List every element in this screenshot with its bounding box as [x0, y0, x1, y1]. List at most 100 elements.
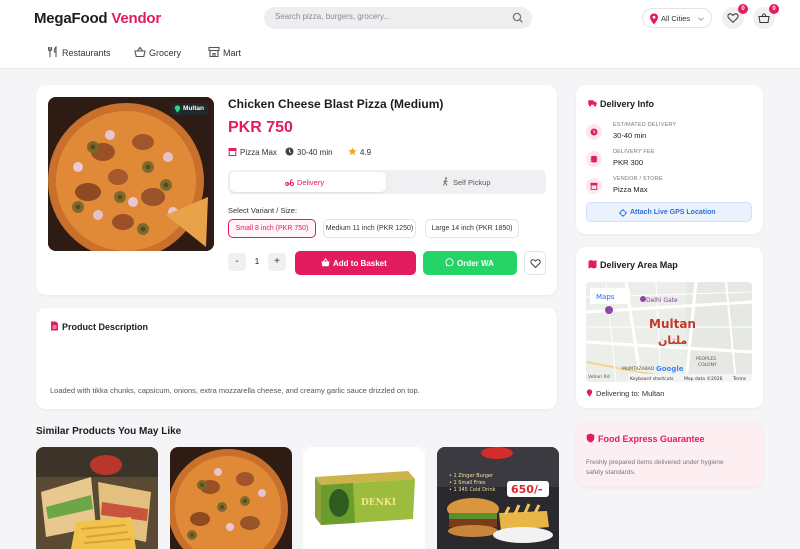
top-header: MegaFood Vendor Search pizza, burgers, g… [0, 0, 800, 38]
similar-product-card[interactable]: DENKI [303, 447, 425, 549]
delivery-info-title: Delivery Info [600, 99, 655, 109]
similar-product-card[interactable] [36, 447, 158, 549]
quantity-value: 1 [254, 257, 260, 266]
cart-count-badge: 0 [769, 4, 779, 14]
map-city-ur: ملتان [658, 334, 687, 347]
map-title: Delivery Area Map [600, 260, 678, 270]
map-canvas: Maps Delhi Gate Multan ملتان PEOPLES COL… [586, 282, 752, 382]
whatsapp-icon [445, 258, 454, 267]
walking-icon [443, 177, 448, 186]
map-area: COLONY [698, 362, 717, 368]
vendor-store-row: VENDOR / STORE Pizza Max [586, 176, 746, 200]
nav-grocery[interactable]: Grocery [134, 46, 189, 60]
attach-gps-button[interactable]: Attach Live GPS Location [586, 202, 752, 222]
delivery-info-heading: Delivery Info [588, 98, 698, 110]
promo-price: 650/- [511, 483, 543, 496]
map-poi: Delhi Gate [646, 297, 678, 304]
add-to-wishlist-button[interactable] [524, 251, 546, 275]
variant-small[interactable]: Small 8 inch (PKR 750) [228, 219, 316, 238]
nav-label: Grocery [149, 48, 182, 58]
location-pin-icon [586, 389, 593, 397]
basket-icon [321, 258, 330, 267]
promo-line: • 1 345 Cold Drink [449, 487, 496, 493]
variant-medium[interactable]: Medium 11 inch (PKR 1250) [323, 219, 416, 238]
delivery-map-card: Delivery Area Map Maps Delhi Gate Multan… [576, 247, 763, 408]
quantity-stepper: - 1 + [228, 251, 286, 275]
description-title: Product Description [62, 322, 149, 332]
map-shortcuts-link: Keyboard shortcuts [630, 376, 674, 382]
description-heading: Product Description [50, 321, 180, 333]
box-brand-text: DENKI [361, 498, 396, 508]
guarantee-card: Food Express Guarantee Freshly prepared … [576, 421, 763, 487]
heart-icon [530, 259, 541, 269]
vendor-meta[interactable]: Pizza Max [228, 147, 283, 159]
add-to-basket-label: Add to Basket [333, 259, 387, 268]
nav-label: Mart [223, 48, 241, 58]
location-pin-icon [174, 105, 181, 113]
info-key: DELIVERY FEE [613, 149, 655, 155]
map-icon [588, 260, 597, 269]
increase-quantity-button[interactable]: + [268, 253, 286, 271]
nav-mart[interactable]: Mart [208, 46, 253, 60]
brand-logo[interactable]: MegaFood Vendor [34, 10, 161, 27]
scooter-icon [285, 179, 294, 186]
search-bar[interactable]: Search pizza, burgers, grocery... [264, 7, 532, 29]
tab-delivery-label[interactable]: Delivery [285, 177, 345, 187]
star-icon [348, 147, 357, 156]
attach-gps-label: Attach Live GPS Location [630, 209, 716, 216]
map-heading: Delivery Area Map [588, 259, 708, 271]
search-input[interactable]: Search pizza, burgers, grocery... [275, 12, 390, 21]
map-terms-link: Terms [732, 376, 747, 382]
nav-restaurants[interactable]: Restaurants [47, 46, 117, 60]
store-icon [590, 182, 598, 190]
product-image[interactable]: Multan [48, 97, 214, 251]
rating-value: 4.9 [360, 148, 372, 157]
similar-product-card[interactable]: • 1 Zinger Burger • 1 Small Fries • 1 34… [437, 447, 559, 549]
document-icon [51, 321, 58, 331]
similar-products-heading: Similar Products You May Like [36, 426, 182, 437]
nav-label: Restaurants [62, 48, 111, 58]
city-tag: Multan [171, 103, 208, 115]
tab-self-pickup[interactable]: Self Pickup [441, 177, 511, 187]
search-icon[interactable] [511, 11, 525, 25]
order-whatsapp-button[interactable]: Order WA [423, 251, 517, 275]
coins-icon-wrap [586, 151, 602, 167]
time-meta: 30-40 min [285, 147, 345, 159]
info-key: ESTIMATED DELIVERY [613, 122, 677, 128]
map-data-credit: Map data ©2026 [684, 375, 723, 382]
brand-accent: Vendor [111, 10, 162, 27]
add-to-basket-button[interactable]: Add to Basket [295, 251, 416, 275]
delivery-info-card: Delivery Info ESTIMATED DELIVERY 30-40 m… [576, 85, 763, 234]
category-nav: Restaurants Grocery Mart [0, 38, 800, 69]
map-road: Vehari Rd [588, 374, 610, 380]
tab-delivery-text: Delivery [297, 178, 325, 187]
chevron-down-icon [698, 17, 704, 21]
city-selector[interactable]: All Cities [642, 8, 712, 28]
variant-large[interactable]: Large 14 inch (PKR 1850) [425, 219, 519, 238]
info-key: VENDOR / STORE [613, 176, 663, 182]
description-text: Loaded with tikka chunks, capsicum, onio… [50, 386, 420, 395]
crosshair-icon [619, 209, 627, 217]
similar-product-card[interactable] [170, 447, 292, 549]
heart-icon [727, 13, 739, 23]
basket-icon [134, 46, 146, 58]
product-title: Chicken Cheese Blast Pizza (Medium) [228, 97, 444, 111]
guarantee-title: Food Express Guarantee [598, 434, 705, 444]
coins-icon [590, 155, 598, 163]
decrease-quantity-button[interactable]: - [228, 253, 246, 271]
order-whatsapp-label: Order WA [457, 259, 494, 268]
delivery-area-map[interactable]: Maps Delhi Gate Multan ملتان PEOPLES COL… [586, 282, 752, 382]
store-icon-wrap [586, 178, 602, 194]
cutlery-icon [47, 46, 57, 57]
fulfillment-toggle: Delivery Self Pickup [228, 170, 546, 194]
cart-button[interactable]: 0 [753, 4, 779, 29]
estimated-delivery-row: ESTIMATED DELIVERY 30-40 min [586, 122, 746, 146]
location-pin-icon [650, 13, 658, 25]
clock-icon [590, 128, 598, 136]
shield-icon [586, 433, 595, 443]
store-icon [208, 46, 220, 58]
info-value: PKR 300 [613, 158, 644, 167]
tab-self-pickup-text: Self Pickup [453, 178, 491, 187]
product-card: Multan Chicken Cheese Blast Pizza (Mediu… [36, 85, 557, 295]
wishlist-button[interactable]: 0 [722, 4, 748, 29]
